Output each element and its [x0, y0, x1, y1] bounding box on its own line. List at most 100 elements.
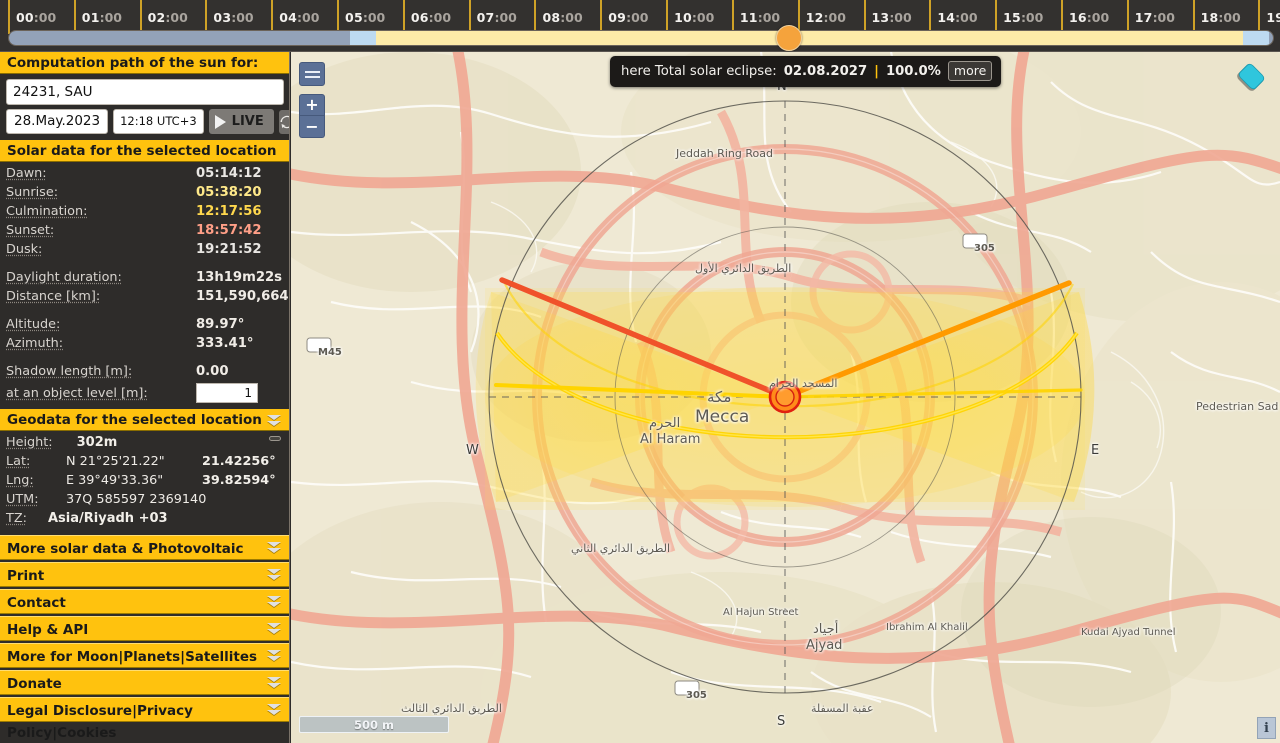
map-label: Ajyad [806, 638, 843, 653]
map-info-button[interactable]: i [1257, 717, 1276, 739]
computation-header[interactable]: Computation path of the sun for: [0, 52, 289, 74]
height-value: 302m [76, 435, 118, 450]
sidebar-menu-item-label: Print [7, 568, 45, 584]
map-label: عقبة المسفلة [811, 702, 874, 715]
expand-chevron-icon[interactable] [267, 646, 283, 664]
map-label: أجياد [813, 622, 839, 637]
expand-chevron-icon[interactable] [267, 565, 283, 583]
geodata-header[interactable]: Geodata for the selected location [0, 409, 289, 431]
zoom-in-button[interactable]: + [299, 94, 325, 116]
map-tiles [291, 52, 1280, 743]
eclipse-prefix-label: here Total solar eclipse: [621, 63, 777, 79]
timeline-segment [349, 31, 377, 45]
computation-header-label: Computation path of the sun for: [7, 55, 259, 71]
map-label: الطريق الدائري الثاني [571, 542, 671, 555]
expand-chevron-icon[interactable] [267, 619, 283, 637]
eclipse-banner: here Total solar eclipse: 02.08.2027 | 1… [610, 56, 1002, 87]
map-label: Jeddah Ring Road [676, 147, 773, 160]
lng-dms-value: E 39°49'33.36" [66, 473, 164, 488]
sidebar-menu-item[interactable]: Help & API [0, 616, 289, 641]
map-menu-button[interactable] [299, 62, 325, 86]
solar-row-label: Azimuth: [6, 336, 64, 351]
solar-row-value: 13h19m22s [196, 270, 283, 285]
object-level-input[interactable] [196, 383, 258, 403]
timeline-daylight-track[interactable] [8, 30, 1274, 46]
map-label: المسجد الحرام [769, 377, 838, 390]
collapse-chevron-icon[interactable] [267, 411, 283, 429]
set-latlon-button[interactable] [269, 436, 281, 441]
geo-row-tz: TZ: Asia/Riyadh +03 [6, 511, 283, 530]
refresh-button[interactable] [278, 109, 289, 134]
live-button[interactable]: LIVE [208, 109, 274, 134]
geo-row-lng: Lng: E 39°49'33.36" 39.82594° [6, 473, 283, 492]
live-button-label: LIVE [231, 113, 264, 129]
map-label: Pedestrian Sad Tunnel [1196, 400, 1280, 413]
compass-south-label: S [777, 714, 786, 729]
location-search-input[interactable] [6, 79, 284, 105]
solar-row-value: 19:21:52 [196, 242, 262, 257]
location-row [0, 74, 289, 109]
solar-data-table: Dawn: 05:14:12 Sunrise: 05:38:20 Culmination… [0, 162, 289, 409]
solar-row-value: 12:17:56 [196, 204, 262, 219]
timeline-tick: 01:00 [73, 0, 122, 34]
sidebar-menu-list: More solar data & Photovoltaic Print Conta… [0, 535, 289, 741]
date-field[interactable]: 28.May.2023 [6, 109, 109, 134]
solar-data-row: Daylight duration: 13h19m22s [6, 270, 283, 289]
map-scale-bar: 500 m [299, 716, 449, 733]
timeline-tick: 06:00 [402, 0, 451, 34]
solar-data-row: Dawn: 05:14:12 [6, 166, 283, 185]
timeline-tick: 10:00 [666, 0, 714, 34]
solar-row-label: Sunrise: [6, 185, 59, 200]
solar-data-row: Sunrise: 05:38:20 [6, 185, 283, 204]
solar-data-row: at an object level [m]: [6, 383, 283, 407]
map-label: Ibrahim Al Khalil [886, 622, 968, 633]
solar-row-value: 333.41° [196, 336, 254, 351]
expand-chevron-icon[interactable] [267, 700, 283, 718]
solar-data-row: Shadow length [m]: 0.00 [6, 364, 283, 383]
sidebar-menu-item[interactable]: Legal Disclosure|Privacy Policy|Cookies [0, 697, 289, 741]
sidebar-menu-item[interactable]: More for Moon|Planets|Satellites [0, 643, 289, 668]
sidebar-menu-item[interactable]: Print [0, 562, 289, 587]
timeline-bar[interactable]: 00:00 01:00 02:00 03:00 04:00 05:00 06:00 07:00… [0, 0, 1280, 52]
geo-row-height: Height: 302m [6, 435, 283, 454]
solar-row-label: Sunset: [6, 223, 55, 238]
timeline-tick: 02:00 [139, 0, 188, 34]
map-label: Al Haram [640, 432, 701, 447]
utm-label: UTM: [6, 492, 39, 507]
lng-label: Lng: [6, 473, 34, 488]
sidebar-menu-item-label: Help & API [7, 622, 89, 638]
timeline-tick: 07:00 [468, 0, 517, 34]
solar-row-label: at an object level [m]: [6, 386, 148, 401]
solar-row-label: Shadow length [m]: [6, 364, 133, 379]
solar-row-value: 0.00 [196, 364, 229, 379]
solar-row-value: 05:38:20 [196, 185, 262, 200]
map-label: Kudai Ajyad Tunnel [1081, 627, 1176, 638]
expand-chevron-icon[interactable] [267, 538, 283, 556]
expand-chevron-icon[interactable] [267, 673, 283, 691]
zoom-out-button[interactable]: − [299, 116, 325, 138]
timeline-tick: 12:00 [797, 0, 846, 34]
layers-button[interactable] [1237, 62, 1268, 92]
solar-path-app: 00:00 01:00 02:00 03:00 04:00 05:00 06:00 07:00… [0, 0, 1280, 743]
eclipse-more-button[interactable]: more [947, 61, 993, 81]
compass-west-label: W [466, 443, 479, 458]
timeline-slider-handle[interactable] [776, 25, 803, 51]
compass-east-label: E [1091, 443, 1100, 458]
map-label: Al Hajun Street [723, 607, 799, 618]
map-canvas[interactable]: مكة Mecca الحرم Al Haram المسجد الحرام أجياد A… [291, 52, 1280, 743]
map-label: 305 [974, 243, 995, 254]
sidebar-menu-item[interactable]: More solar data & Photovoltaic [0, 535, 289, 560]
time-field[interactable]: 12:18 UTC+3 [113, 109, 204, 134]
sidebar-menu-item[interactable]: Donate [0, 670, 289, 695]
solar-data-row: Distance [km]: 151,590,664 [6, 289, 289, 308]
expand-chevron-icon[interactable] [267, 592, 283, 610]
timeline-segment [1243, 31, 1270, 45]
lat-decimal-value: 21.42256° [202, 454, 276, 469]
map-label: الطريق الدائري الأول [695, 262, 792, 275]
solar-row-value: 05:14:12 [196, 166, 262, 181]
sidebar-menu-item[interactable]: Contact [0, 589, 289, 614]
solar-data-header[interactable]: Solar data for the selected location [0, 140, 289, 162]
height-label: Height: [6, 435, 53, 450]
layers-icon [1237, 62, 1266, 91]
